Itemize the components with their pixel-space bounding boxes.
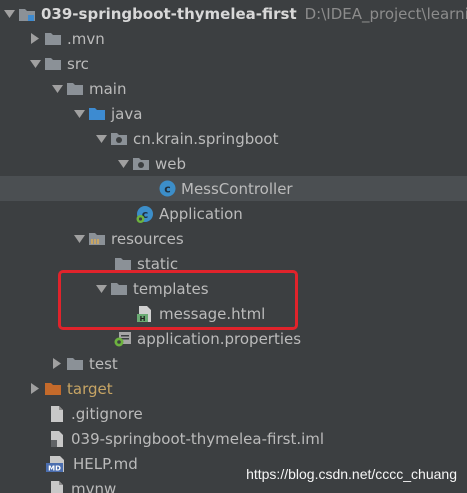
text-file-icon [48, 405, 66, 423]
tree-item-resources[interactable]: resources [0, 226, 467, 251]
folder-icon [66, 80, 84, 98]
project-name: 039-springboot-thymelea-first [41, 4, 297, 23]
tree-item-application[interactable]: c Application [0, 201, 467, 226]
tree-item-static[interactable]: static [0, 251, 467, 276]
chevron-down-icon[interactable] [48, 76, 66, 101]
source-root-folder-icon [88, 105, 106, 123]
tree-item-message-html[interactable]: H message.html [0, 301, 467, 326]
java-class-icon: c [158, 180, 176, 198]
project-path: D:\IDEA_project\learning [304, 4, 467, 23]
spring-boot-class-icon: c [136, 205, 154, 223]
svg-text:H: H [140, 315, 146, 323]
watermark-text: https://blog.csdn.net/cccc_chuang [246, 466, 457, 482]
tree-item-gitignore[interactable]: .gitignore [0, 401, 467, 426]
tree-item-label: mvnw [71, 479, 117, 493]
tree-item-label: 039-springboot-thymelea-first.iml [71, 429, 325, 448]
tree-item-label: application.properties [137, 329, 302, 348]
package-icon [110, 130, 128, 148]
tree-item-mvn[interactable]: .mvn [0, 26, 467, 51]
spring-properties-icon [114, 330, 132, 348]
chevron-down-icon[interactable] [0, 1, 18, 26]
folder-icon [44, 55, 62, 73]
svg-text:MD: MD [48, 464, 61, 472]
project-tree: 039-springboot-thymelea-first D:\IDEA_pr… [0, 0, 467, 493]
tree-item-label: static [137, 254, 179, 273]
tree-item-label: target [67, 379, 113, 398]
tree-item-label: test [89, 354, 118, 373]
tree-item-label: templates [133, 279, 209, 298]
tree-item-main[interactable]: main [0, 76, 467, 101]
tree-item-label: web [155, 154, 187, 173]
folder-icon [110, 280, 128, 298]
markdown-file-icon: MD [46, 455, 68, 473]
tree-item-templates[interactable]: templates [0, 276, 467, 301]
excluded-folder-icon [44, 380, 62, 398]
tree-item-application-properties[interactable]: application.properties [0, 326, 467, 351]
package-icon [132, 155, 150, 173]
tree-item-messcontroller[interactable]: c MessController [0, 176, 467, 201]
tree-item-project[interactable]: 039-springboot-thymelea-first D:\IDEA_pr… [0, 1, 467, 26]
tree-item-label: java [111, 104, 143, 123]
tree-item-label: HELP.md [73, 454, 138, 473]
tree-item-label: cn.krain.springboot [133, 129, 279, 148]
chevron-down-icon[interactable] [92, 126, 110, 151]
tree-item-label: main [89, 79, 127, 98]
chevron-down-icon[interactable] [26, 51, 44, 76]
tree-item-web[interactable]: web [0, 151, 467, 176]
chevron-right-icon[interactable] [26, 376, 44, 401]
tree-item-label: src [67, 54, 89, 73]
tree-item-label: .gitignore [71, 404, 143, 423]
text-file-icon [48, 480, 66, 493]
chevron-down-icon[interactable] [114, 151, 132, 176]
tree-item-iml[interactable]: 039-springboot-thymelea-first.iml [0, 426, 467, 451]
iml-file-icon [48, 430, 66, 448]
module-folder-icon [18, 5, 36, 23]
resources-folder-icon [88, 230, 106, 248]
svg-text:c: c [164, 183, 171, 196]
tree-item-target[interactable]: target [0, 376, 467, 401]
tree-item-java[interactable]: java [0, 101, 467, 126]
chevron-right-icon[interactable] [48, 351, 66, 376]
chevron-down-icon[interactable] [70, 226, 88, 251]
tree-item-label: resources [111, 229, 184, 248]
tree-item-src[interactable]: src [0, 51, 467, 76]
folder-icon [114, 255, 132, 273]
chevron-right-icon[interactable] [26, 26, 44, 51]
tree-item-test[interactable]: test [0, 351, 467, 376]
tree-item-label: .mvn [67, 29, 105, 48]
tree-item-label: Application [159, 204, 243, 223]
tree-item-label: MessController [181, 179, 293, 198]
chevron-down-icon[interactable] [92, 276, 110, 301]
chevron-down-icon[interactable] [70, 101, 88, 126]
tree-item-package[interactable]: cn.krain.springboot [0, 126, 467, 151]
tree-item-label: message.html [159, 304, 266, 323]
folder-icon [66, 355, 84, 373]
folder-icon [44, 30, 62, 48]
html-file-icon: H [136, 305, 154, 323]
